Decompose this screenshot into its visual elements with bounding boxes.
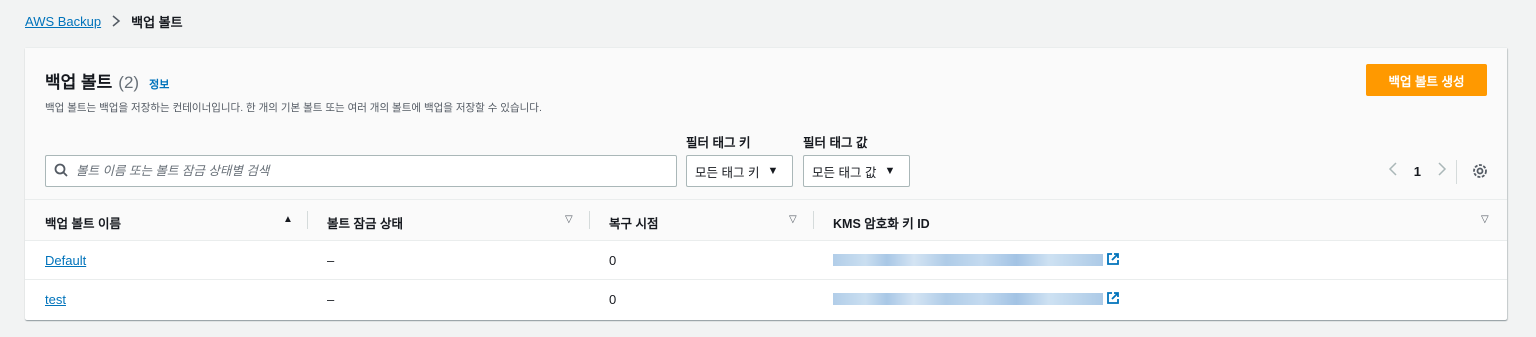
- lock-status-cell: –: [327, 292, 335, 307]
- panel-header: 백업 볼트 (2) 정보 백업 볼트는 백업을 저장하는 컨테이너입니다. 한 …: [25, 48, 1507, 200]
- search-input[interactable]: [76, 164, 676, 178]
- chevron-right-icon[interactable]: [1437, 162, 1447, 181]
- sort-icon[interactable]: ▽: [789, 214, 797, 225]
- chevron-left-icon[interactable]: [1388, 162, 1398, 181]
- filter-tag-key-label: 필터 태그 키: [686, 136, 751, 150]
- recovery-points-cell: 0: [609, 292, 617, 307]
- sort-ascending-icon[interactable]: ▲: [283, 214, 293, 225]
- info-link[interactable]: 정보: [149, 76, 169, 92]
- column-divider: [589, 211, 590, 229]
- caret-down-icon: ▼: [767, 165, 779, 177]
- vault-name-link[interactable]: test: [45, 292, 66, 307]
- tag-value-select-value: 모든 태그 값: [812, 165, 877, 180]
- breadcrumb: AWS Backup 백업 볼트: [25, 12, 183, 31]
- vault-name-cell: Default: [45, 253, 86, 268]
- lock-status-cell: –: [327, 253, 335, 268]
- breadcrumb-aws-backup-link[interactable]: AWS Backup: [25, 14, 101, 29]
- current-page[interactable]: 1: [1414, 164, 1421, 179]
- column-divider: [307, 211, 308, 229]
- column-divider: [813, 211, 814, 229]
- column-header-lock-status[interactable]: 볼트 잠금 상태: [327, 213, 403, 232]
- external-link-icon[interactable]: [1106, 252, 1120, 266]
- column-header-kms-key-id[interactable]: KMS 암호화 키 ID: [833, 213, 930, 232]
- vault-name-link[interactable]: Default: [45, 253, 86, 268]
- caret-down-icon: ▼: [884, 165, 896, 177]
- external-link-icon[interactable]: [1106, 291, 1120, 305]
- table-row: test – 0: [25, 280, 1507, 319]
- chevron-right-icon: [111, 14, 121, 30]
- vault-count: (2): [118, 73, 140, 92]
- pager-divider: [1456, 160, 1457, 184]
- tag-value-select[interactable]: 모든 태그 값 ▼: [803, 155, 910, 187]
- kms-key-id-redacted[interactable]: [833, 254, 1103, 266]
- vault-name-cell: test: [45, 292, 66, 307]
- pagination: 1: [1388, 162, 1447, 181]
- sort-icon[interactable]: ▽: [1481, 214, 1489, 225]
- search-field[interactable]: [45, 155, 677, 187]
- filter-tag-value-label: 필터 태그 값: [803, 136, 868, 150]
- recovery-points-cell: 0: [609, 253, 617, 268]
- title-row: 백업 볼트 (2) 정보: [45, 68, 169, 93]
- settings-icon[interactable]: [1471, 162, 1489, 180]
- search-icon: [54, 163, 68, 180]
- table-row: Default – 0: [25, 241, 1507, 280]
- kms-key-id-redacted[interactable]: [833, 293, 1103, 305]
- column-header-recovery-points[interactable]: 복구 시점: [609, 213, 658, 232]
- page-title: 백업 볼트: [45, 73, 113, 92]
- breadcrumb-current: 백업 볼트: [131, 15, 183, 30]
- panel-description: 백업 볼트는 백업을 저장하는 컨테이너입니다. 한 개의 기본 볼트 또는 여…: [45, 102, 542, 114]
- column-header-vault-name[interactable]: 백업 볼트 이름: [45, 213, 121, 232]
- backup-vaults-panel: 백업 볼트 (2) 정보 백업 볼트는 백업을 저장하는 컨테이너입니다. 한 …: [25, 47, 1507, 320]
- tag-key-select[interactable]: 모든 태그 키 ▼: [686, 155, 793, 187]
- tag-key-select-value: 모든 태그 키: [695, 165, 760, 180]
- table-header: 백업 볼트 이름 ▲ 볼트 잠금 상태 ▽ 복구 시점 ▽ KMS 암호화 키 …: [25, 200, 1507, 241]
- create-backup-vault-button[interactable]: 백업 볼트 생성: [1366, 64, 1487, 96]
- sort-icon[interactable]: ▽: [565, 214, 573, 225]
